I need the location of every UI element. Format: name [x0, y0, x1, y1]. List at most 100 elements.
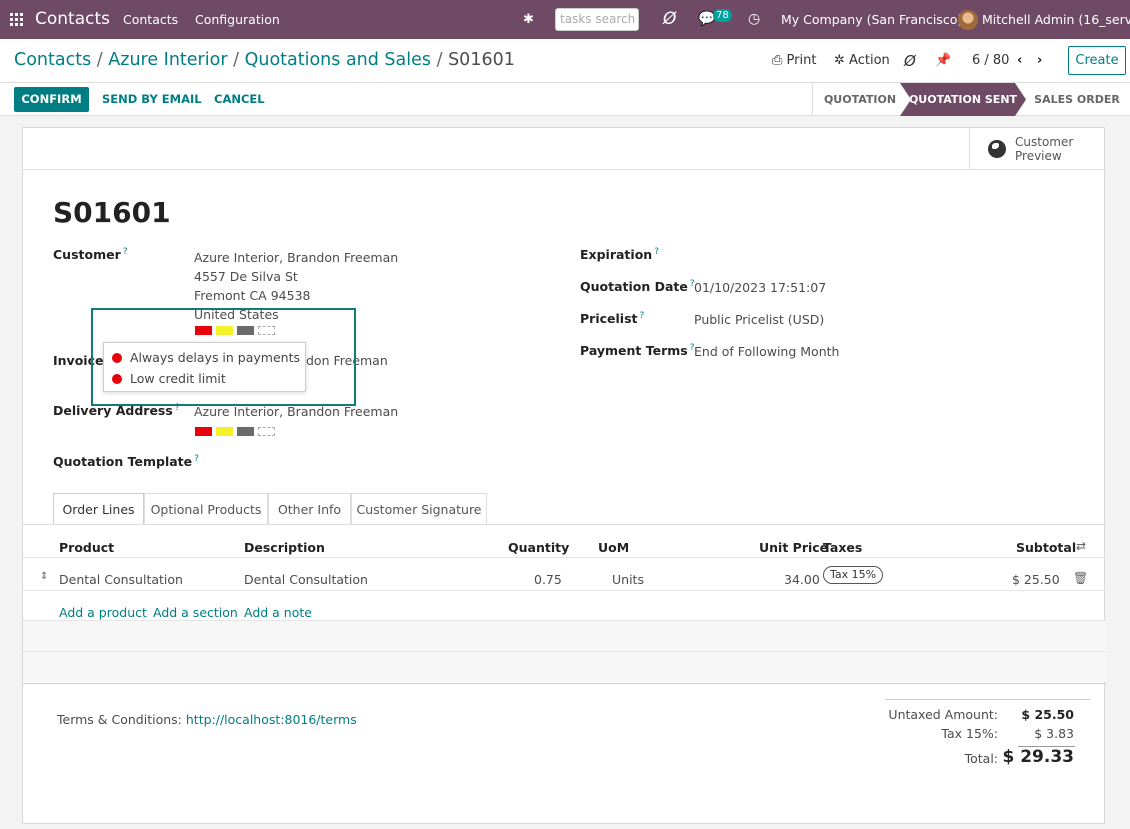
breadcrumb: Contacts / Azure Interior / Quotations a…	[14, 49, 515, 71]
tab-customer-signature[interactable]: Customer Signature	[351, 493, 487, 525]
print-icon: ⎙	[772, 53, 783, 68]
col-uom[interactable]: UoM	[598, 540, 629, 555]
quotation-date-label: Quotation Date?	[580, 279, 695, 295]
tax-badge[interactable]: Tax 15%	[823, 566, 884, 584]
customer-preview-button[interactable]: Customer Preview	[969, 128, 1106, 170]
help-icon[interactable]: ?	[654, 247, 659, 257]
breadcrumb-quotations[interactable]: Quotations and Sales	[245, 50, 431, 70]
add-section-link[interactable]: Add a section	[153, 605, 238, 620]
action-button[interactable]: ✲ Action	[834, 39, 890, 83]
terms-conditions: Terms & Conditions: http://localhost:801…	[57, 712, 357, 727]
row-unit-price[interactable]: 34.00	[784, 572, 820, 587]
help-icon[interactable]: ?	[123, 247, 128, 257]
help-icon[interactable]: ?	[639, 311, 644, 321]
row-subtotal: $ 25.50	[1012, 572, 1060, 587]
untaxed-amount-label: Untaxed Amount:	[888, 707, 998, 722]
total-value: $ 29.33	[1002, 747, 1074, 767]
breadcrumb-separator: /	[436, 50, 443, 70]
globe-icon	[988, 140, 1006, 158]
company-switcher[interactable]: My Company (San Francisco)	[781, 0, 962, 39]
pricelist-field[interactable]: Public Pricelist (USD)	[694, 312, 824, 327]
pager-value[interactable]: 6 / 80	[972, 39, 1009, 83]
user-menu[interactable]: Mitchell Admin (16_server)	[982, 0, 1130, 39]
red-dot-icon	[112, 353, 122, 363]
tab-divider	[23, 524, 1106, 525]
messages-count-badge: 78	[713, 9, 732, 22]
tag-popover: Always delays in payments Low credit lim…	[103, 342, 306, 392]
create-button[interactable]: Create	[1068, 46, 1126, 75]
tag-red[interactable]	[195, 427, 212, 436]
col-unit-price[interactable]: Unit Price	[759, 540, 828, 555]
payment-terms-field[interactable]: End of Following Month	[694, 344, 839, 359]
col-subtotal[interactable]: Subtotal	[1016, 540, 1076, 555]
add-product-link[interactable]: Add a product	[59, 605, 147, 620]
gear-icon: ✲	[834, 53, 845, 68]
breadcrumb-separator: /	[96, 50, 103, 70]
activity-refresh-icon[interactable]: Ø	[663, 0, 676, 39]
top-navbar: Contacts Contacts Configuration ✱ tasks …	[0, 0, 1130, 39]
breadcrumb-contacts[interactable]: Contacts	[14, 50, 91, 70]
stage-sales-order[interactable]: SALES ORDER	[1030, 83, 1124, 116]
tag-yellow[interactable]	[216, 427, 233, 436]
tab-order-lines[interactable]: Order Lines	[53, 493, 144, 525]
pin-icon[interactable]: 📌	[935, 39, 951, 83]
col-quantity[interactable]: Quantity	[508, 540, 569, 555]
expiration-label: Expiration?	[580, 247, 659, 263]
control-panel: Contacts / Azure Interior / Quotations a…	[0, 39, 1130, 83]
terms-link[interactable]: http://localhost:8016/terms	[186, 712, 357, 727]
row-quantity[interactable]: 0.75	[534, 572, 562, 587]
activities-clock-icon[interactable]: ◷	[748, 0, 760, 39]
order-name-title: S01601	[53, 196, 171, 229]
pager-next-icon[interactable]: ›	[1037, 39, 1042, 83]
menu-configuration[interactable]: Configuration	[195, 0, 280, 39]
send-by-email-button[interactable]: SEND BY EMAIL	[102, 83, 202, 116]
refresh-icon[interactable]: Ø	[904, 39, 916, 83]
total-label: Total:	[964, 751, 998, 766]
print-button[interactable]: ⎙ Print	[772, 39, 816, 83]
tasks-search-input[interactable]: tasks search	[555, 8, 639, 31]
button-box: Customer Preview	[23, 128, 1106, 170]
tab-optional-products[interactable]: Optional Products	[144, 493, 268, 525]
empty-row	[23, 621, 1106, 651]
app-menu-icon[interactable]	[10, 13, 23, 26]
tab-other-info[interactable]: Other Info	[268, 493, 351, 525]
untaxed-amount-value: $ 25.50	[1021, 707, 1074, 722]
tax-label: Tax 15%:	[941, 726, 998, 741]
pager-previous-icon[interactable]: ‹	[1017, 39, 1022, 83]
customer-label: Customer?	[53, 247, 128, 263]
empty-row	[23, 652, 1106, 682]
col-product[interactable]: Product	[59, 540, 114, 555]
confirm-button[interactable]: CONFIRM	[14, 87, 89, 112]
col-description[interactable]: Description	[244, 540, 325, 555]
user-avatar[interactable]	[958, 10, 978, 30]
payment-terms-label: Payment Terms?	[580, 343, 695, 359]
row-description[interactable]: Dental Consultation	[244, 572, 368, 587]
drag-handle-icon[interactable]: ⇕	[40, 571, 48, 582]
breadcrumb-azure-interior[interactable]: Azure Interior	[108, 50, 227, 70]
col-taxes[interactable]: Taxes	[823, 540, 862, 555]
cancel-button[interactable]: CANCEL	[214, 83, 265, 116]
status-bar: CONFIRM SEND BY EMAIL CANCEL QUOTATION Q…	[0, 83, 1130, 116]
row-divider	[23, 683, 1106, 684]
bug-icon[interactable]: ✱	[523, 0, 534, 39]
row-product[interactable]: Dental Consultation	[59, 572, 183, 587]
menu-contacts[interactable]: Contacts	[123, 0, 178, 39]
column-settings-icon[interactable]: ⇄	[1076, 539, 1086, 553]
delivery-address-field[interactable]: Azure Interior, Brandon Freeman	[194, 404, 398, 419]
tag-grey[interactable]	[237, 427, 254, 436]
quotation-date-field[interactable]: 01/10/2023 17:51:07	[694, 280, 826, 295]
row-divider	[23, 590, 1106, 591]
add-note-link[interactable]: Add a note	[244, 605, 312, 620]
breadcrumb-separator: /	[233, 50, 239, 70]
popover-item: Always delays in payments	[112, 350, 300, 365]
tag-empty[interactable]	[258, 427, 275, 436]
row-uom[interactable]: Units	[612, 572, 644, 587]
trash-icon[interactable]: 🗑	[1073, 571, 1088, 585]
quotation-template-label: Quotation Template?	[53, 454, 199, 470]
stage-quotation-sent[interactable]: QUOTATION SENT	[900, 83, 1026, 116]
stage-quotation[interactable]: QUOTATION	[816, 83, 904, 116]
app-name[interactable]: Contacts	[35, 0, 110, 39]
messages-icon[interactable]: 💬	[698, 0, 715, 39]
delivery-tags[interactable]	[195, 427, 275, 436]
help-icon[interactable]: ?	[194, 454, 199, 464]
